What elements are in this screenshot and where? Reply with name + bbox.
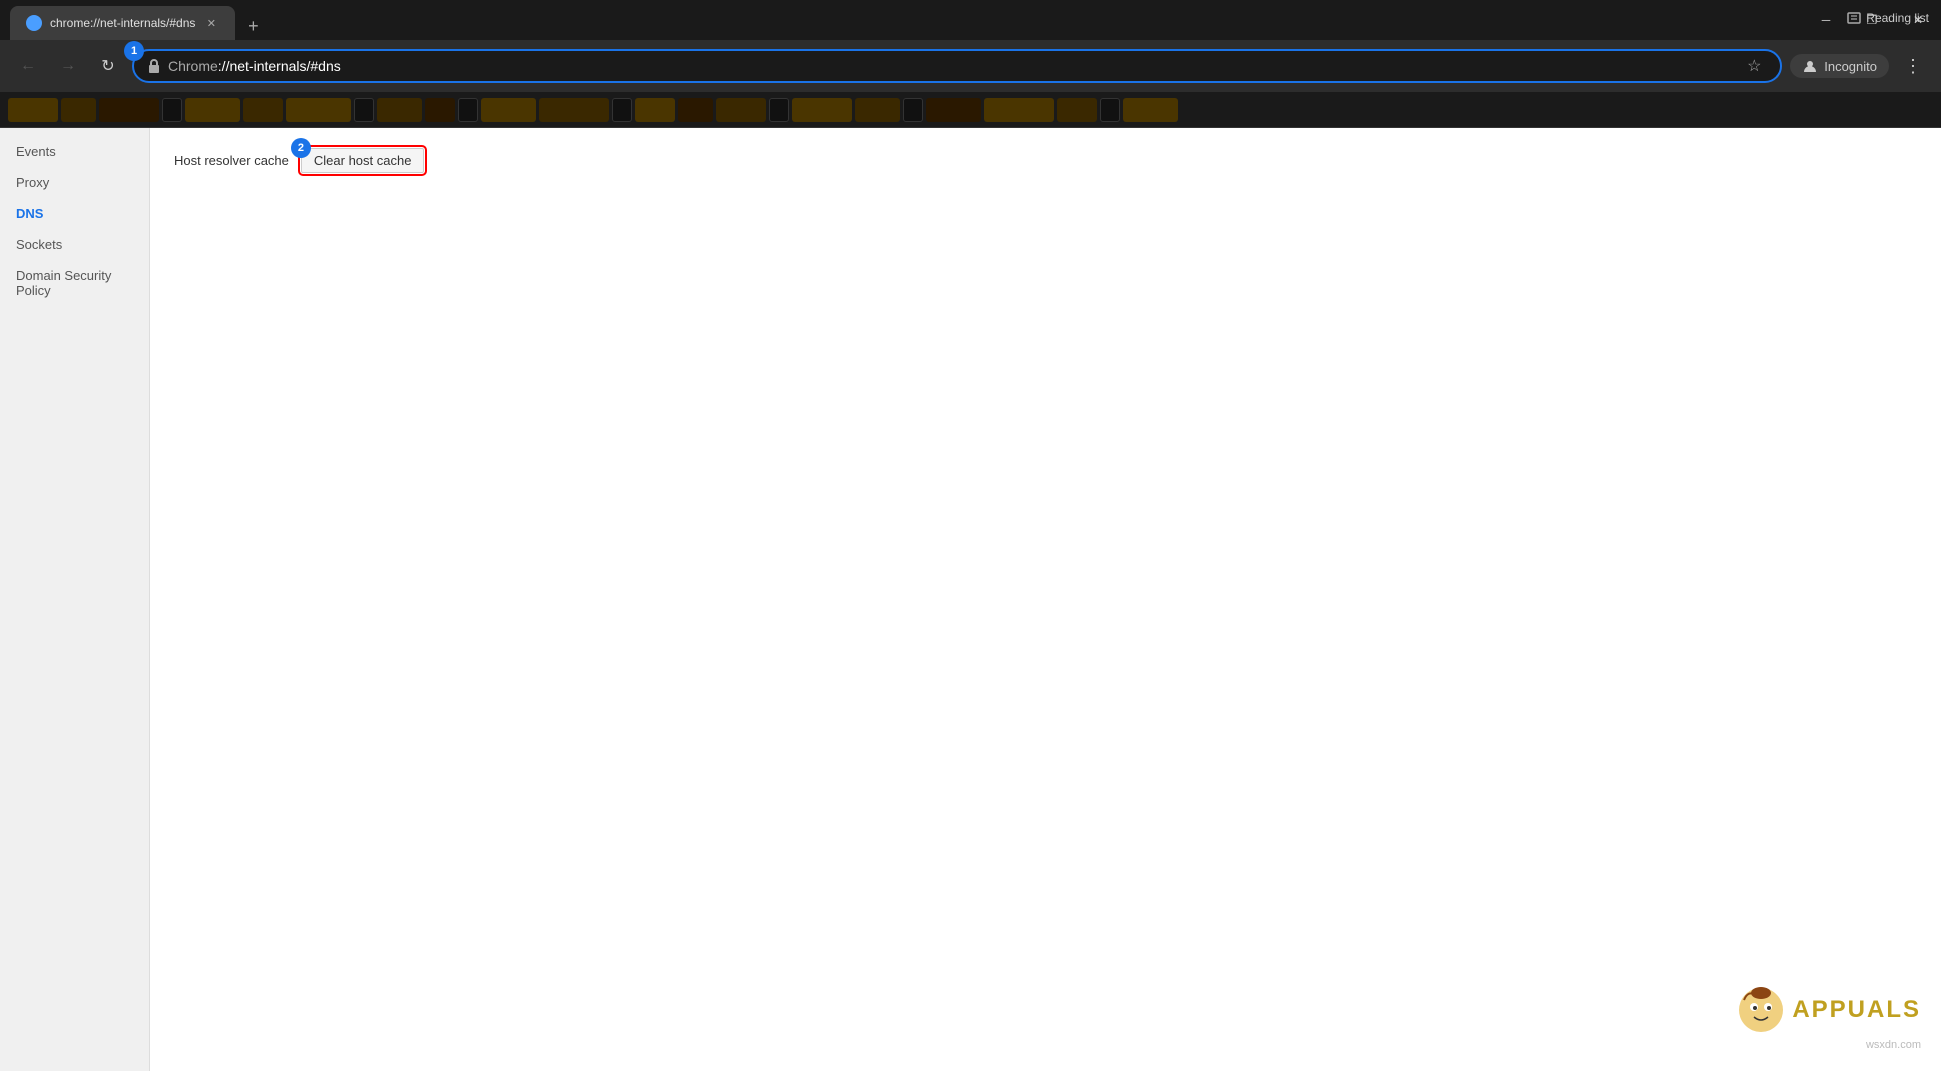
bookmark-item[interactable] xyxy=(855,98,900,122)
step1-badge: 1 xyxy=(124,41,144,61)
sidebar-item-sockets[interactable]: Sockets xyxy=(0,229,149,260)
forward-button[interactable]: → xyxy=(52,50,84,82)
back-button[interactable]: ← xyxy=(12,50,44,82)
bookmark-star-icon[interactable]: ☆ xyxy=(1740,52,1768,80)
bookmark-item[interactable] xyxy=(425,98,455,122)
titlebar: chrome://net-internals/#dns ✕ + ─ ❐ ✕ xyxy=(0,0,1941,40)
bookmark-item[interactable] xyxy=(286,98,351,122)
reading-list-icon xyxy=(1846,10,1862,26)
bookmark-item[interactable] xyxy=(903,98,923,122)
url-bar[interactable]: 1 Chrome://net-internals/#dns ☆ xyxy=(132,49,1782,83)
appuals-text: APPUALS xyxy=(1792,996,1921,1024)
bookmark-item[interactable] xyxy=(769,98,789,122)
incognito-icon xyxy=(1802,58,1818,74)
new-tab-button[interactable]: + xyxy=(239,12,267,40)
clear-cache-wrapper: 2 Clear host cache xyxy=(301,148,425,173)
tab-close-button[interactable]: ✕ xyxy=(203,15,219,31)
bookmark-item[interactable] xyxy=(354,98,374,122)
bookmark-item[interactable] xyxy=(8,98,58,122)
bookmark-item[interactable] xyxy=(243,98,283,122)
lock-icon xyxy=(146,58,162,74)
url-main: ://net-internals/#dns xyxy=(218,58,341,74)
host-resolver-cache-label: Host resolver cache xyxy=(174,153,289,168)
content-area: Host resolver cache 2 Clear host cache xyxy=(150,128,1941,1071)
bookmark-item[interactable] xyxy=(99,98,159,122)
bookmark-item[interactable] xyxy=(1057,98,1097,122)
bookmark-item[interactable] xyxy=(185,98,240,122)
url-text: Chrome://net-internals/#dns xyxy=(168,58,1734,74)
appuals-logo: APPUALS xyxy=(1736,985,1921,1035)
appuals-mascot xyxy=(1736,985,1786,1035)
bookmark-item[interactable] xyxy=(61,98,96,122)
tab-favicon xyxy=(26,15,42,31)
appuals-branding: APPUALS wsxdn.com xyxy=(1736,985,1921,1051)
bookmark-item[interactable] xyxy=(792,98,852,122)
active-tab[interactable]: chrome://net-internals/#dns ✕ xyxy=(10,6,235,40)
main-layout: Events Proxy DNS Sockets Domain Security… xyxy=(0,128,1941,1071)
bookmark-item[interactable] xyxy=(926,98,981,122)
sidebar-item-domain-security-policy[interactable]: Domain Security Policy xyxy=(0,260,149,306)
bookmark-item[interactable] xyxy=(458,98,478,122)
sidebar-item-proxy[interactable]: Proxy xyxy=(0,167,149,198)
bookmark-item[interactable] xyxy=(716,98,766,122)
host-resolver-row: Host resolver cache 2 Clear host cache xyxy=(174,148,1917,173)
sidebar-item-dns[interactable]: DNS xyxy=(0,198,149,229)
bookmarks-bar: Reading list xyxy=(0,92,1941,128)
sidebar: Events Proxy DNS Sockets Domain Security… xyxy=(0,128,150,1071)
incognito-button[interactable]: Incognito xyxy=(1790,54,1889,78)
bookmark-item[interactable] xyxy=(377,98,422,122)
chrome-menu-button[interactable]: ⋮ xyxy=(1897,50,1929,82)
reading-list-button[interactable]: Reading list xyxy=(1834,0,1941,36)
bookmark-item[interactable] xyxy=(162,98,182,122)
watermark-text: wsxdn.com xyxy=(1866,1039,1921,1051)
bookmark-item[interactable] xyxy=(1123,98,1178,122)
bookmark-item[interactable] xyxy=(612,98,632,122)
addressbar: ← → ↻ 1 Chrome://net-internals/#dns ☆ In… xyxy=(0,40,1941,92)
bookmark-item[interactable] xyxy=(635,98,675,122)
sidebar-item-events[interactable]: Events xyxy=(0,136,149,167)
tab-area: chrome://net-internals/#dns ✕ + xyxy=(0,0,267,40)
bookmark-item[interactable] xyxy=(539,98,609,122)
bookmark-item[interactable] xyxy=(1100,98,1120,122)
url-prefix: Chrome xyxy=(168,58,218,74)
bookmark-item[interactable] xyxy=(678,98,713,122)
reading-list-label: Reading list xyxy=(1866,11,1929,25)
bookmark-item[interactable] xyxy=(481,98,536,122)
refresh-button[interactable]: ↻ xyxy=(92,50,124,82)
tab-title: chrome://net-internals/#dns xyxy=(50,16,195,30)
step2-badge: 2 xyxy=(291,138,311,158)
incognito-label: Incognito xyxy=(1824,59,1877,74)
bookmark-items xyxy=(8,98,1178,122)
bookmark-item[interactable] xyxy=(984,98,1054,122)
appuals-brand-name: APPUALS xyxy=(1792,996,1921,1024)
clear-host-cache-button[interactable]: Clear host cache xyxy=(301,148,425,173)
